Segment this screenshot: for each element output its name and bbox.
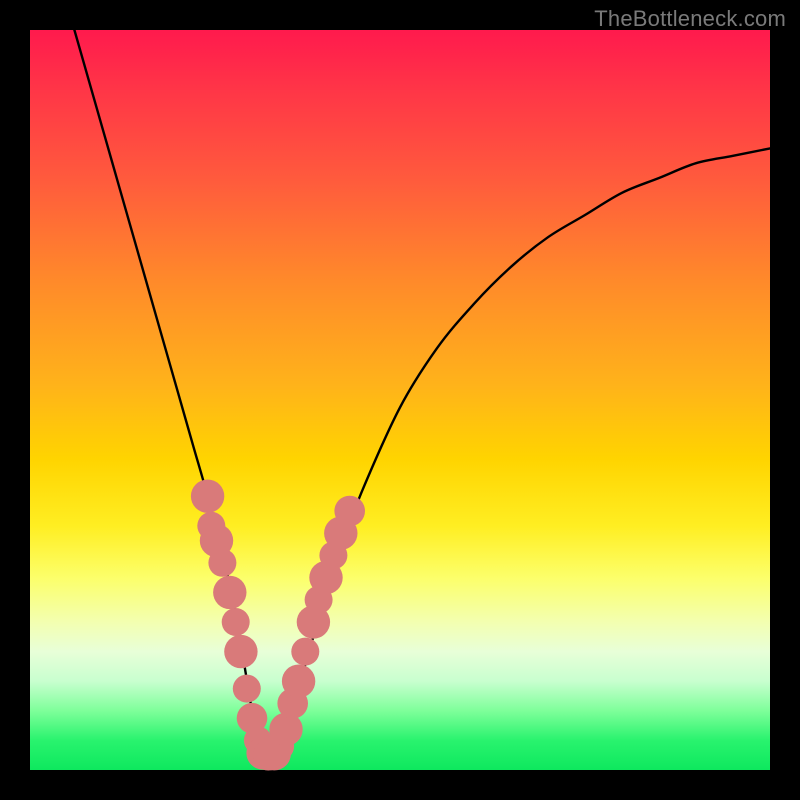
curve-marker — [282, 665, 315, 698]
curve-marker — [233, 675, 261, 703]
curve-marker — [334, 496, 365, 527]
curve-marker — [208, 549, 236, 577]
curve-marker — [224, 635, 257, 668]
curve-svg — [30, 30, 770, 770]
plot-area — [30, 30, 770, 770]
chart-frame: TheBottleneck.com — [0, 0, 800, 800]
curve-marker — [191, 480, 224, 513]
curve-markers — [191, 480, 365, 771]
watermark-text: TheBottleneck.com — [594, 6, 786, 32]
curve-marker — [222, 608, 250, 636]
curve-marker — [213, 576, 246, 609]
bottleneck-curve — [74, 30, 770, 756]
curve-marker — [291, 638, 319, 666]
